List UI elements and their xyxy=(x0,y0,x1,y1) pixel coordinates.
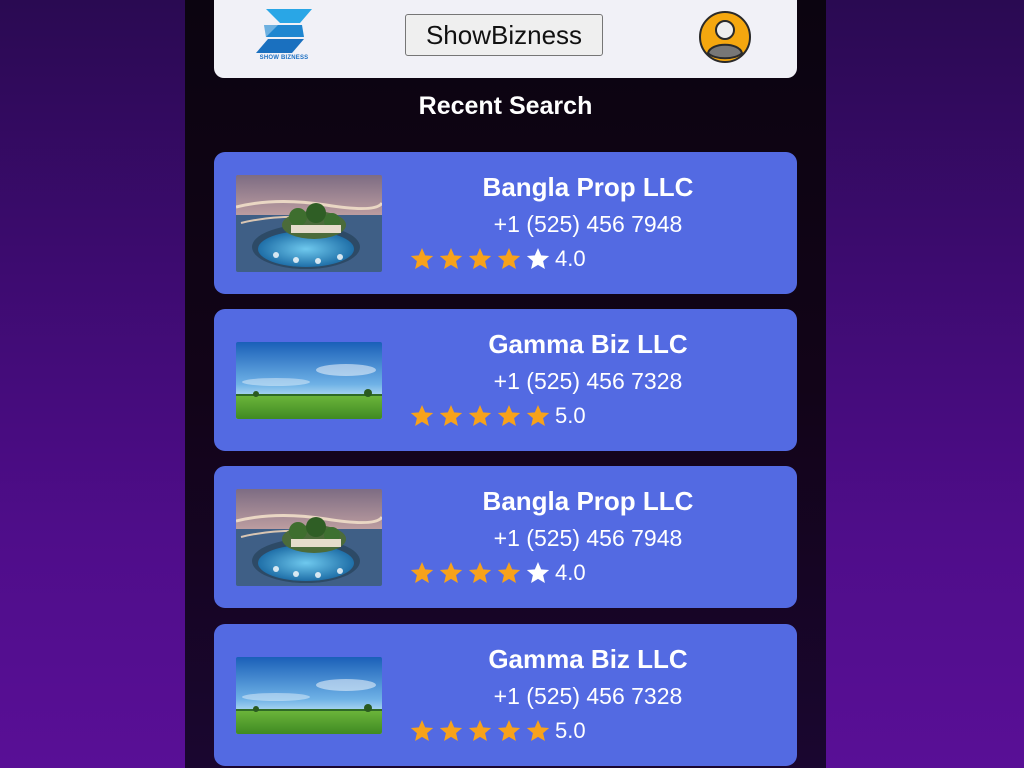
star-filled-icon xyxy=(468,404,492,426)
result-card[interactable]: Bangla Prop LLC +1 (525) 456 7948 4.0 xyxy=(214,466,797,608)
rating-value: 4.0 xyxy=(555,560,586,585)
business-name: Bangla Prop LLC xyxy=(482,486,694,516)
star-filled-icon xyxy=(468,247,492,269)
rating-value: 4.0 xyxy=(555,246,586,271)
user-avatar-icon[interactable] xyxy=(699,11,751,63)
resort-island-image xyxy=(236,175,382,272)
star-filled-icon xyxy=(468,561,492,583)
star-filled-icon xyxy=(439,247,463,269)
star-filled-icon xyxy=(439,561,463,583)
star-filled-icon xyxy=(410,247,434,269)
star-rating: 4.0 xyxy=(409,560,586,586)
business-phone: +1 (525) 456 7328 xyxy=(493,683,683,709)
result-card[interactable]: Gamma Biz LLC +1 (525) 456 7328 5.0 xyxy=(214,309,797,451)
result-card[interactable]: Gamma Biz LLC +1 (525) 456 7328 5.0 xyxy=(214,624,797,766)
green-field-sky-image xyxy=(236,342,382,419)
star-filled-icon xyxy=(526,404,550,426)
star-filled-icon xyxy=(497,719,521,741)
business-name: Gamma Biz LLC xyxy=(488,329,688,359)
rating-value: 5.0 xyxy=(555,718,586,743)
star-rating: 5.0 xyxy=(409,403,586,429)
resort-island-image xyxy=(236,489,382,586)
business-phone: +1 (525) 456 7948 xyxy=(493,211,683,237)
brand-button[interactable]: ShowBizness xyxy=(405,14,603,56)
logo-wordmark: SHOW BIZNESS xyxy=(259,55,309,61)
s-logo-icon[interactable]: SHOW BIZNESS xyxy=(254,7,314,65)
star-filled-icon xyxy=(410,719,434,741)
business-name: Bangla Prop LLC xyxy=(482,172,694,202)
star-filled-icon xyxy=(468,719,492,741)
star-filled-icon xyxy=(439,719,463,741)
business-name: Gamma Biz LLC xyxy=(488,644,688,674)
star-rating: 5.0 xyxy=(409,718,586,744)
star-rating: 4.0 xyxy=(409,246,586,272)
star-filled-icon xyxy=(439,404,463,426)
star-filled-icon xyxy=(497,561,521,583)
section-title: Recent Search xyxy=(418,92,593,120)
business-phone: +1 (525) 456 7328 xyxy=(493,368,683,394)
result-card[interactable]: Bangla Prop LLC +1 (525) 456 7948 4.0 xyxy=(214,152,797,294)
star-filled-icon xyxy=(410,404,434,426)
star-empty-icon xyxy=(526,247,550,269)
app-screen: SHOW BIZNESS ShowBizness Recent Search B… xyxy=(185,0,826,768)
business-phone: +1 (525) 456 7948 xyxy=(493,525,683,551)
star-filled-icon xyxy=(526,719,550,741)
star-filled-icon xyxy=(410,561,434,583)
top-navigation-bar: SHOW BIZNESS ShowBizness xyxy=(214,0,797,78)
rating-value: 5.0 xyxy=(555,403,586,428)
star-filled-icon xyxy=(497,247,521,269)
star-empty-icon xyxy=(526,561,550,583)
star-filled-icon xyxy=(497,404,521,426)
green-field-sky-image xyxy=(236,657,382,734)
